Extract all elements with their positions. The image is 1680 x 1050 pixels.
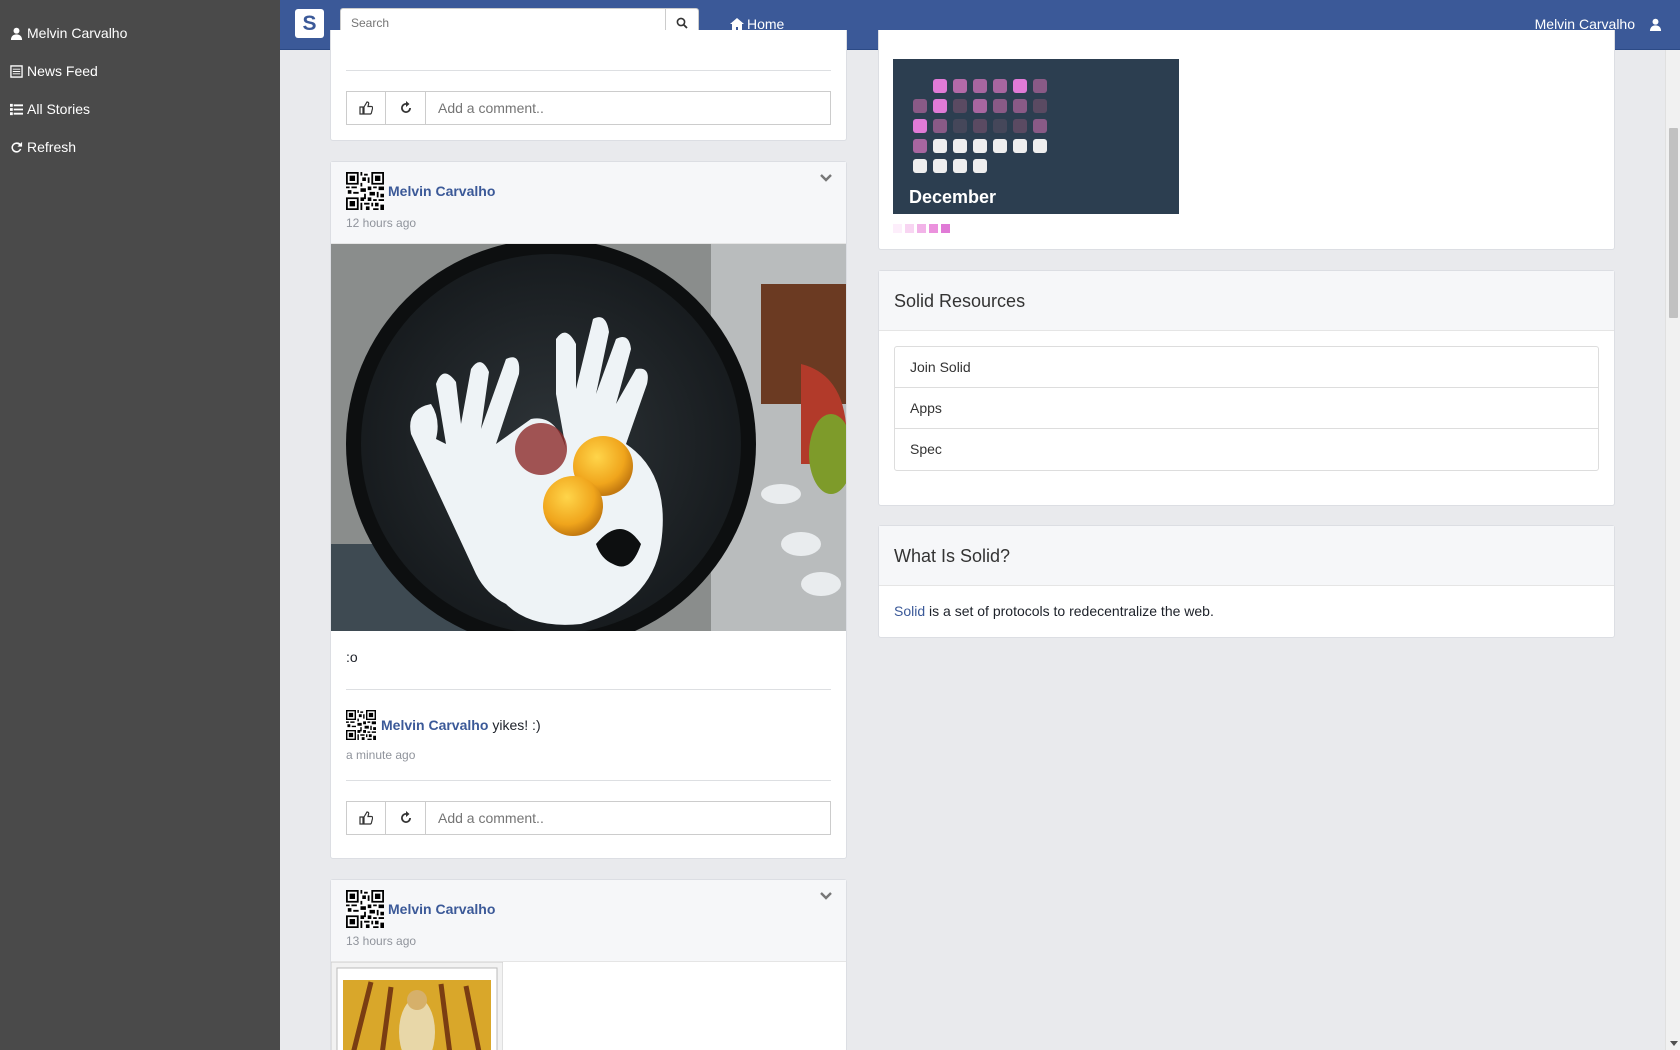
comment-text: yikes! :) xyxy=(492,717,541,733)
home-icon xyxy=(730,17,744,31)
sidebar-item-news-feed[interactable]: News Feed xyxy=(0,52,280,90)
resource-link-join-solid[interactable]: Join Solid xyxy=(895,347,1598,388)
calendar-card[interactable]: December xyxy=(893,59,1179,214)
solid-link[interactable]: Solid xyxy=(894,603,925,619)
post-author: Melvin Carvalho xyxy=(346,172,831,210)
about-text: Solid is a set of protocols to redecentr… xyxy=(879,586,1614,636)
post-header: Melvin Carvalho 13 hours ago xyxy=(331,880,846,962)
avatar[interactable] xyxy=(346,172,384,210)
share-icon xyxy=(400,101,411,113)
about-title: What Is Solid? xyxy=(879,526,1614,586)
sidebar-item-label: Refresh xyxy=(27,139,77,155)
newspaper-icon xyxy=(10,64,23,78)
thumbs-up-icon xyxy=(359,811,373,825)
scroll-down-arrow-icon[interactable] xyxy=(1670,1041,1678,1046)
resource-link-apps[interactable]: Apps xyxy=(895,388,1598,429)
post-caption: :o xyxy=(346,649,358,665)
sidebar-item-label: News Feed xyxy=(27,63,98,79)
comment-input[interactable] xyxy=(426,91,831,125)
post-timestamp: 12 hours ago xyxy=(346,216,417,230)
resources-list: Join Solid Apps Spec xyxy=(894,346,1599,471)
comment-input[interactable] xyxy=(426,801,831,835)
sidebar-item-profile[interactable]: Melvin Carvalho xyxy=(0,14,280,52)
sidebar: Melvin Carvalho News Feed All Stories Re… xyxy=(0,0,280,1050)
avatar[interactable] xyxy=(346,710,376,740)
post-author: Melvin Carvalho xyxy=(346,890,831,928)
post-card: Melvin Carvalho 13 hours ago xyxy=(330,879,847,1050)
page-scrollbar[interactable] xyxy=(1665,50,1680,1050)
calendar-month: December xyxy=(909,187,997,207)
sidebar-item-refresh[interactable]: Refresh xyxy=(0,128,280,166)
chevron-down-icon[interactable] xyxy=(820,892,832,900)
post-timestamp: 13 hours ago xyxy=(346,934,417,948)
comment: Melvin Carvalho yikes! :) a minute ago xyxy=(331,690,846,762)
comment-timestamp: a minute ago xyxy=(346,748,416,762)
user-icon xyxy=(1649,18,1662,31)
post-image[interactable] xyxy=(331,962,503,1050)
author-link[interactable]: Melvin Carvalho xyxy=(388,183,495,199)
refresh-icon xyxy=(11,141,23,153)
share-icon xyxy=(400,811,411,823)
resource-link-spec[interactable]: Spec xyxy=(895,429,1598,470)
resources-title: Solid Resources xyxy=(879,271,1614,331)
post-divider xyxy=(346,70,831,71)
thumbs-up-icon xyxy=(359,101,373,115)
share-button[interactable] xyxy=(386,801,426,835)
post-actions xyxy=(346,801,831,835)
post-header: Melvin Carvalho 12 hours ago xyxy=(331,162,846,244)
resources-widget: Solid Resources Join Solid Apps Spec xyxy=(878,270,1615,506)
calendar-widget: December xyxy=(878,30,1615,250)
post-card xyxy=(330,30,847,141)
about-description: is a set of protocols to redecentralize … xyxy=(925,603,1214,619)
user-icon xyxy=(10,27,23,40)
post-image[interactable] xyxy=(331,244,846,631)
sidebar-item-all-stories[interactable]: All Stories xyxy=(0,90,280,128)
comment-line: Melvin Carvalho yikes! :) xyxy=(346,710,831,740)
list-icon xyxy=(10,103,23,115)
about-widget: What Is Solid? Solid is a set of protoco… xyxy=(878,525,1615,638)
like-button[interactable] xyxy=(346,801,386,835)
post-divider xyxy=(346,780,831,781)
avatar[interactable] xyxy=(346,890,384,928)
sidebar-item-label: All Stories xyxy=(27,101,91,117)
like-button[interactable] xyxy=(346,91,386,125)
post-actions xyxy=(346,91,831,125)
search-icon xyxy=(676,17,688,29)
share-button[interactable] xyxy=(386,91,426,125)
post-card: Melvin Carvalho 12 hours ago :o Melvin C… xyxy=(330,161,847,859)
chevron-down-icon[interactable] xyxy=(820,174,832,182)
calendar-legend xyxy=(893,224,950,233)
author-link[interactable]: Melvin Carvalho xyxy=(388,901,495,917)
sidebar-item-label: Melvin Carvalho xyxy=(27,25,128,41)
brand-logo[interactable]: S xyxy=(295,9,324,38)
calendar-grid xyxy=(913,79,1047,173)
comment-author-link[interactable]: Melvin Carvalho xyxy=(381,717,488,733)
scrollbar-thumb[interactable] xyxy=(1669,128,1678,318)
